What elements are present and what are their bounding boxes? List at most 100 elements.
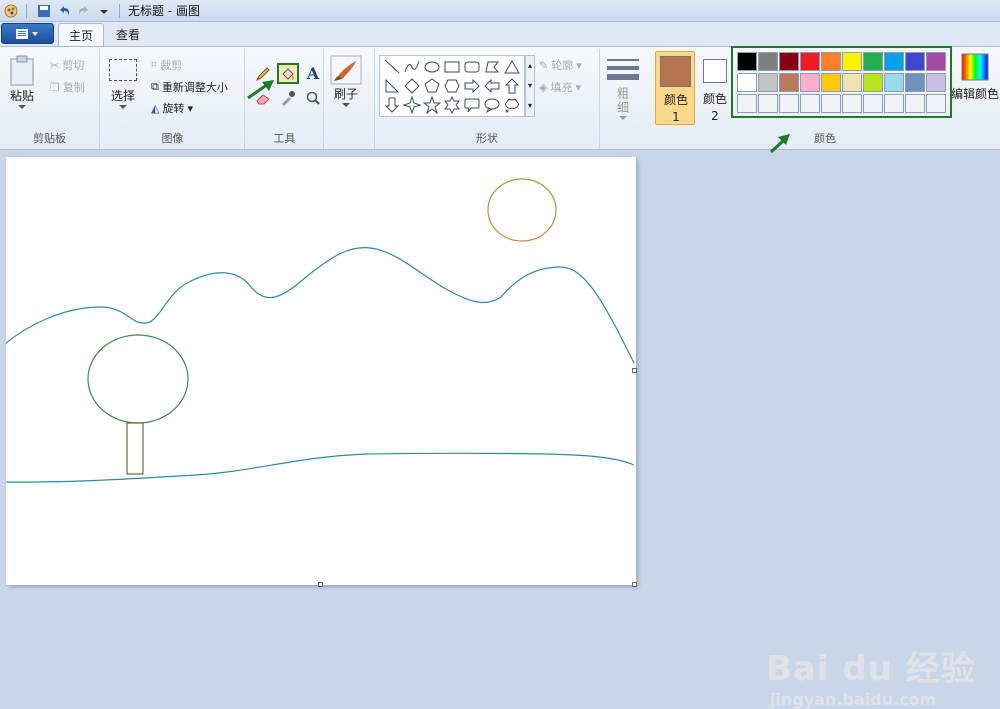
shape-line[interactable] bbox=[382, 58, 401, 76]
palette-color-16[interactable] bbox=[863, 73, 883, 92]
cloud-callout-icon bbox=[504, 98, 519, 113]
redo-icon[interactable] bbox=[75, 2, 93, 20]
brushes-label: 刷子 bbox=[333, 87, 358, 101]
size-label: 粗细 bbox=[615, 87, 630, 115]
paint-app-icon[interactable] bbox=[2, 2, 20, 20]
tab-home[interactable]: 主页 bbox=[58, 23, 105, 46]
down-arrow-icon bbox=[384, 97, 399, 113]
select-button[interactable]: 选择 bbox=[109, 59, 137, 110]
color1-button[interactable]: 颜色 1 bbox=[655, 51, 695, 125]
undo-icon[interactable] bbox=[55, 2, 73, 20]
shape-hexagon[interactable] bbox=[442, 77, 461, 95]
palette-color-19[interactable] bbox=[926, 73, 946, 92]
outline-button[interactable]: ✎ 轮廓 ▾ bbox=[539, 57, 582, 73]
shape-four-point-star[interactable] bbox=[402, 96, 421, 114]
color-picker-tool[interactable] bbox=[277, 87, 299, 108]
tab-view[interactable]: 查看 bbox=[106, 23, 150, 46]
shape-rounded-callout[interactable] bbox=[462, 96, 481, 114]
palette-color-23[interactable] bbox=[800, 94, 820, 113]
palette-color-1[interactable] bbox=[758, 52, 778, 71]
palette-color-8[interactable] bbox=[905, 52, 925, 71]
text-a-icon: A bbox=[306, 64, 320, 83]
magnifier-tool[interactable] bbox=[302, 87, 324, 108]
palette-color-18[interactable] bbox=[905, 73, 925, 92]
palette-color-24[interactable] bbox=[821, 94, 841, 113]
shape-triangle[interactable] bbox=[502, 58, 521, 76]
resize-handle-bottom[interactable] bbox=[318, 582, 323, 587]
size-button[interactable]: 粗细 bbox=[606, 57, 640, 121]
palette-color-7[interactable] bbox=[884, 52, 904, 71]
line-width-icon bbox=[607, 59, 639, 80]
shape-right-arrow[interactable] bbox=[462, 77, 481, 95]
shape-diamond[interactable] bbox=[402, 77, 421, 95]
resize-button[interactable]: ⧉ 重新调整大小 bbox=[151, 79, 228, 95]
palette-color-17[interactable] bbox=[884, 73, 904, 92]
palette-color-0[interactable] bbox=[737, 52, 757, 71]
fill-tool[interactable] bbox=[277, 63, 299, 84]
palette-color-13[interactable] bbox=[800, 73, 820, 92]
shape-five-point-star[interactable] bbox=[422, 96, 441, 114]
watermark-brand: Bai du 经验 bbox=[766, 649, 976, 689]
shape-rounded-rectangle[interactable] bbox=[462, 58, 481, 76]
edit-colors-button[interactable]: 编辑颜色 bbox=[950, 53, 1000, 102]
resize-handle-right[interactable] bbox=[632, 368, 637, 373]
shape-rectangle[interactable] bbox=[442, 58, 461, 76]
palette-color-5[interactable] bbox=[842, 52, 862, 71]
shape-left-arrow[interactable] bbox=[482, 77, 501, 95]
palette-color-3[interactable] bbox=[800, 52, 820, 71]
rotate-label: 旋转 bbox=[162, 102, 185, 115]
palette-color-9[interactable] bbox=[926, 52, 946, 71]
color2-button[interactable]: 颜色 2 bbox=[700, 51, 730, 125]
shape-curve[interactable] bbox=[402, 58, 421, 76]
shape-down-arrow[interactable] bbox=[382, 96, 401, 114]
mountain-line bbox=[5, 247, 635, 364]
brushes-button[interactable]: 刷子 bbox=[330, 55, 362, 108]
shape-up-arrow[interactable] bbox=[502, 77, 521, 95]
fill-button[interactable]: ◈ 填充 ▾ bbox=[539, 79, 581, 95]
tree-crown bbox=[87, 334, 189, 424]
palette-color-21[interactable] bbox=[758, 94, 778, 113]
copy-button[interactable]: ❐ 复制 bbox=[50, 79, 85, 95]
cut-button[interactable]: ✂ 剪切 bbox=[50, 57, 84, 73]
palette-color-14[interactable] bbox=[821, 73, 841, 92]
shape-polygon[interactable] bbox=[482, 58, 501, 76]
title-bar: 无标题 - 画图 bbox=[0, 0, 1000, 22]
right-arrow-icon bbox=[464, 78, 480, 94]
paste-button[interactable]: 粘贴 bbox=[8, 55, 36, 110]
palette-color-22[interactable] bbox=[779, 94, 799, 113]
shape-right-triangle[interactable] bbox=[382, 77, 401, 95]
palette-color-25[interactable] bbox=[842, 94, 862, 113]
file-menu-button[interactable] bbox=[1, 23, 54, 44]
text-tool[interactable]: A bbox=[302, 63, 324, 84]
quick-access-dropdown-icon[interactable] bbox=[95, 2, 113, 20]
palette-color-2[interactable] bbox=[779, 52, 799, 71]
shapes-scroll[interactable]: ▴ ▾ ▾ bbox=[525, 55, 535, 117]
palette-color-20[interactable] bbox=[737, 94, 757, 113]
selection-rect-icon bbox=[109, 59, 137, 81]
crop-button[interactable]: ⌗ 裁剪 bbox=[151, 57, 182, 73]
shape-cloud-callout[interactable] bbox=[502, 96, 521, 114]
palette-color-6[interactable] bbox=[863, 52, 883, 71]
palette-color-27[interactable] bbox=[884, 94, 904, 113]
palette-color-10[interactable] bbox=[737, 73, 757, 92]
shape-oval-callout[interactable] bbox=[482, 96, 501, 114]
palette-color-29[interactable] bbox=[926, 94, 946, 113]
drawing-canvas[interactable] bbox=[5, 157, 636, 585]
resize-handle-corner[interactable] bbox=[632, 582, 637, 587]
shape-pentagon[interactable] bbox=[422, 77, 441, 95]
palette-color-4[interactable] bbox=[821, 52, 841, 71]
shape-oval[interactable] bbox=[422, 58, 441, 76]
palette-color-28[interactable] bbox=[905, 94, 925, 113]
edit-colors-label: 编辑颜色 bbox=[950, 87, 999, 101]
up-arrow-icon bbox=[504, 78, 519, 94]
palette-color-11[interactable] bbox=[758, 73, 778, 92]
fill-bucket-icon: ◈ bbox=[539, 80, 548, 94]
palette-color-12[interactable] bbox=[779, 73, 799, 92]
palette-color-15[interactable] bbox=[842, 73, 862, 92]
palette-color-26[interactable] bbox=[863, 94, 883, 113]
rotate-button[interactable]: ◭ 旋转 ▾ bbox=[151, 100, 193, 116]
annotation-arrow-palette bbox=[769, 134, 790, 154]
color-spectrum-icon bbox=[961, 53, 989, 81]
save-icon[interactable] bbox=[35, 2, 53, 20]
shape-six-point-star[interactable] bbox=[442, 96, 461, 114]
